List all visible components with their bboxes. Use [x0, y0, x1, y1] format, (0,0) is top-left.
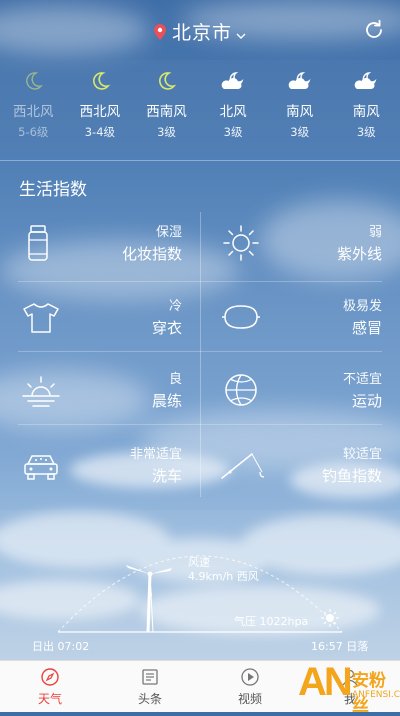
sunrise-time: 日出 07:02 [32, 640, 90, 653]
header-bar: 北京市 [0, 0, 400, 60]
forecast-level: 3级 [290, 125, 310, 139]
fishing-rod-icon [220, 444, 265, 486]
forecast-item[interactable]: 西北风 5-6级 [0, 60, 67, 152]
forecast-level: 3级 [356, 125, 376, 139]
tab-video[interactable]: 视频 [200, 661, 300, 712]
play-icon [200, 666, 300, 688]
index-value: 弱 [368, 225, 382, 240]
moon-icon [133, 66, 200, 96]
wind-turbine-icon [126, 565, 172, 633]
cloudy-night-icon [200, 66, 267, 96]
news-icon [100, 666, 200, 688]
air-pressure: 气压 1022hpa [234, 615, 309, 628]
index-value: 冷 [168, 299, 182, 314]
index-value: 良 [168, 372, 182, 387]
index-item-sports[interactable]: 不适宜 运动 [200, 353, 400, 428]
moon-icon [0, 66, 67, 96]
forecast-level: 5-6级 [18, 125, 49, 139]
forecast-item[interactable]: 南风 3级 [266, 60, 333, 152]
index-name: 化妆指数 [121, 245, 182, 263]
forecast-wind: 西北风 [79, 104, 121, 120]
watermark-logo: AN 安粉丝 ANFENSI.COM [298, 660, 400, 716]
forecast-level: 3级 [223, 125, 243, 139]
index-name: 穿衣 [151, 319, 182, 337]
tab-label: 视频 [237, 692, 262, 706]
index-value: 非常适宜 [129, 447, 182, 462]
sun-icon [220, 222, 262, 264]
watermark-an: AN [298, 660, 353, 704]
tab-label: 天气 [37, 692, 62, 706]
city-name: 北京市 [171, 22, 232, 44]
lotion-bottle-icon [20, 222, 62, 264]
sunrise-icon [20, 369, 62, 411]
index-name: 晨练 [151, 392, 182, 410]
sun-icon [321, 609, 339, 627]
hourly-forecast: 西北风 5-6级 西北风 3-4级 西南风 3级 北风 3级 南风 3级 南风 … [0, 60, 400, 152]
forecast-item[interactable]: 南风 3级 [333, 60, 400, 152]
forecast-level: 3级 [157, 125, 176, 139]
cloudy-night-icon [266, 66, 333, 96]
moon-icon [67, 66, 134, 96]
index-item-morning-exercise[interactable]: 良 晨练 [0, 353, 200, 428]
tshirt-icon [20, 296, 62, 338]
pill-capsule-icon [220, 296, 262, 338]
sunset-time: 16:57 日落 [311, 640, 369, 653]
wind-speed-title: 风速 [188, 556, 210, 569]
forecast-wind: 北风 [219, 104, 247, 120]
car-wash-icon [20, 444, 62, 486]
cloudy-night-icon [333, 66, 400, 96]
city-selector[interactable]: 北京市 [0, 18, 400, 45]
tab-label: 头条 [137, 692, 162, 706]
forecast-item[interactable]: 北风 3级 [200, 60, 267, 152]
location-pin-icon [153, 23, 166, 45]
index-name: 钓鱼指数 [321, 467, 382, 485]
life-index-title: 生活指数 [19, 180, 87, 200]
index-name: 洗车 [151, 467, 182, 485]
refresh-icon[interactable] [362, 18, 386, 42]
divider [0, 160, 400, 161]
index-name: 感冒 [351, 319, 382, 337]
index-name: 运动 [351, 392, 382, 410]
wind-speed-value: 4.9km/h 西风 [188, 570, 259, 583]
index-value: 不适宜 [342, 372, 382, 387]
forecast-wind: 西南风 [146, 104, 187, 120]
forecast-level: 3-4级 [84, 125, 116, 139]
chevron-down-icon [236, 23, 246, 45]
wind-speed: 风速 4.9km/h 西风 [188, 556, 259, 584]
index-item-makeup[interactable]: 保湿 化妆指数 [0, 206, 200, 281]
tab-headlines[interactable]: 头条 [100, 661, 200, 712]
index-item-fishing[interactable]: 较适宜 钓鱼指数 [200, 428, 400, 503]
index-item-car-wash[interactable]: 非常适宜 洗车 [0, 428, 200, 503]
index-value: 极易发 [342, 299, 382, 314]
forecast-wind: 南风 [286, 104, 314, 120]
forecast-wind: 南风 [352, 104, 380, 120]
forecast-item[interactable]: 西北风 3-4级 [67, 60, 134, 152]
watermark-en: ANFENSI.COM [352, 690, 400, 700]
index-value: 保湿 [155, 225, 182, 240]
tab-weather[interactable]: 天气 [0, 661, 100, 712]
compass-icon [0, 666, 100, 688]
index-name: 紫外线 [336, 245, 382, 263]
ball-icon [220, 369, 262, 411]
forecast-wind: 西北风 [13, 104, 54, 120]
index-item-uv[interactable]: 弱 紫外线 [200, 206, 400, 281]
index-item-clothing[interactable]: 冷 穿衣 [0, 280, 200, 355]
index-item-cold[interactable]: 极易发 感冒 [200, 280, 400, 355]
forecast-item[interactable]: 西南风 3级 [133, 60, 200, 152]
index-value: 较适宜 [342, 447, 382, 462]
